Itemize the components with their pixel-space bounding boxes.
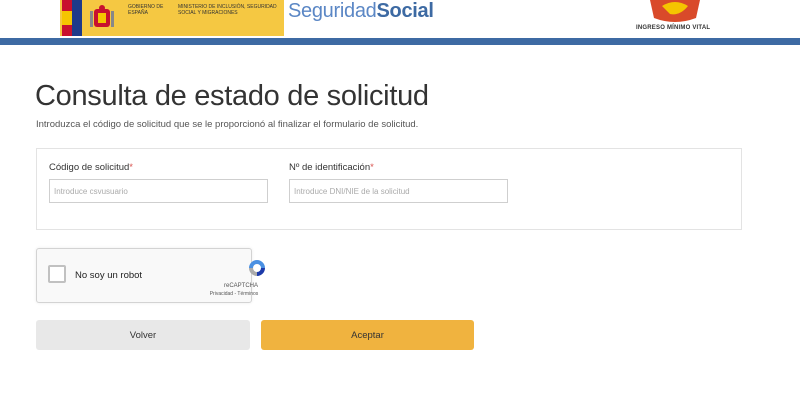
eu-flag-stripe — [72, 0, 82, 36]
query-form: Código de solicitud* Nº de identificació… — [36, 148, 742, 230]
imv-label: INGRESO MÍNIMO VITAL — [636, 25, 711, 31]
seguridad-social-logo: SeguridadSocial — [288, 0, 434, 23]
ss-logo-light: Seguridad — [288, 0, 377, 22]
required-mark: * — [129, 162, 133, 173]
recaptcha-widget: No soy un robot reCAPTCHA Privacidad - T… — [36, 248, 265, 303]
coat-of-arms-icon — [90, 5, 114, 27]
ss-logo-bold: Social — [376, 0, 434, 22]
recaptcha-checkbox[interactable] — [48, 265, 66, 283]
required-mark: * — [370, 162, 374, 173]
page-title: Consulta de estado de solicitud — [35, 80, 429, 112]
id-label-text: Nº de identificación — [289, 162, 371, 173]
government-logo: Gobierno de España Ministerio de Inclusi… — [60, 0, 284, 36]
code-label-text: Código de solicitud — [49, 162, 130, 173]
application-code-input[interactable] — [49, 179, 268, 203]
back-button[interactable]: Volver — [36, 320, 250, 350]
ministry-text: Ministerio de Inclusión, Seguridad Socia… — [178, 4, 277, 16]
accept-button[interactable]: Aceptar — [261, 320, 474, 350]
identification-number-input[interactable] — [289, 179, 508, 203]
imv-emblem-icon — [650, 0, 700, 22]
id-field-label: Nº de identificación* — [289, 162, 374, 173]
site-header: Gobierno de España Ministerio de Inclusi… — [0, 0, 800, 45]
page-subtitle: Introduzca el código de solicitud que se… — [36, 119, 419, 130]
header-divider-bar — [0, 38, 800, 45]
recaptcha-label: No soy un robot — [75, 270, 143, 281]
recaptcha-logo-icon — [249, 260, 265, 276]
code-field-label: Código de solicitud* — [49, 162, 133, 173]
recaptcha-brand: reCAPTCHA — [223, 283, 258, 289]
recaptcha-privacy-terms-link[interactable]: Privacidad - Términos — [203, 291, 265, 297]
government-text: Gobierno de España — [128, 4, 164, 16]
spain-flag-stripe — [62, 0, 72, 36]
